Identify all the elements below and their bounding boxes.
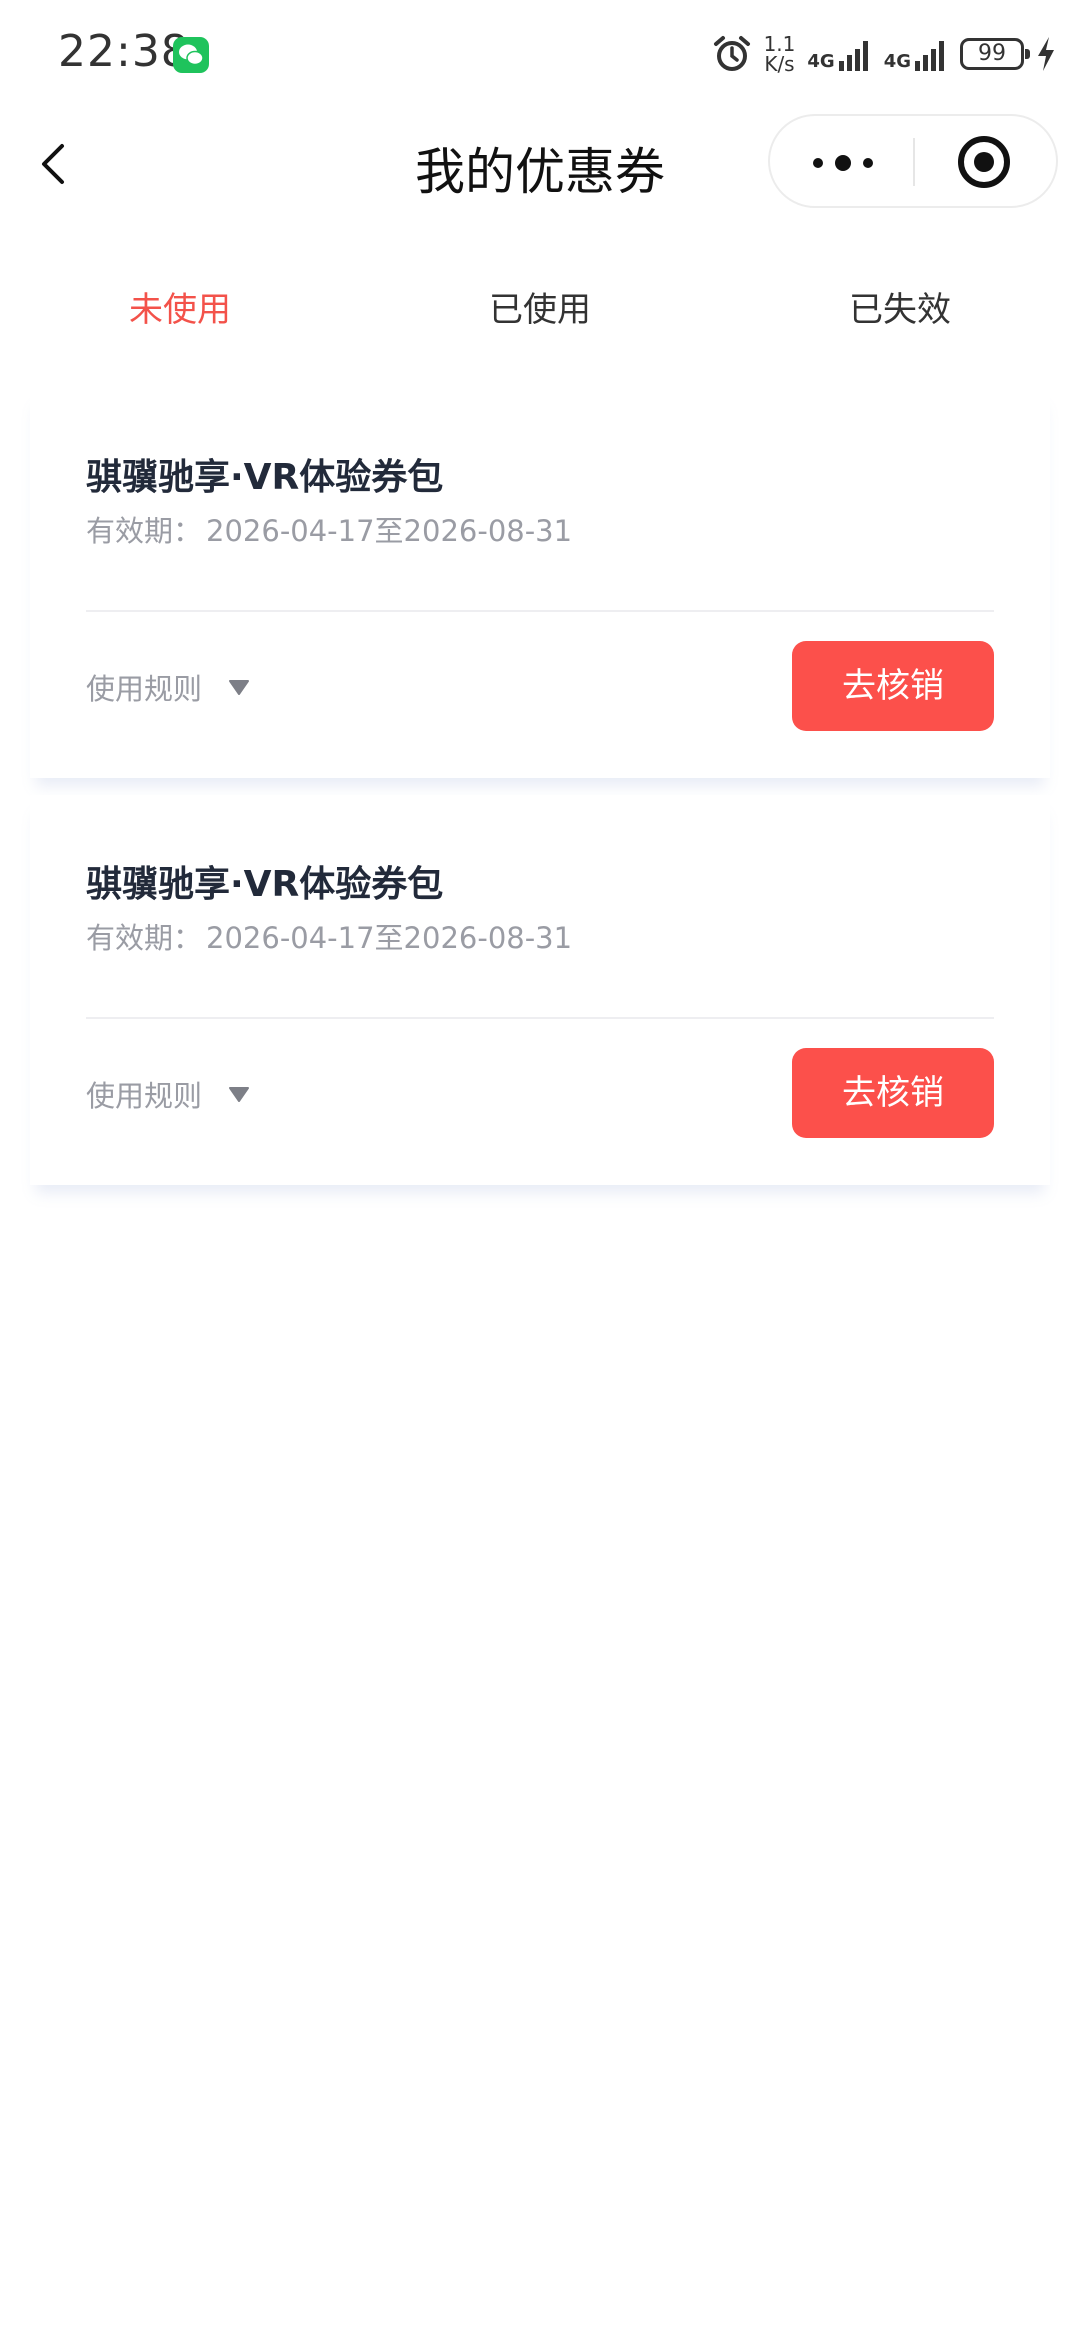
- tab-expired[interactable]: 已失效: [770, 282, 1030, 331]
- network-type-2: 4G: [883, 51, 911, 72]
- usage-rules-toggle[interactable]: 使用规则: [86, 666, 250, 708]
- usage-rules-toggle[interactable]: 使用规则: [86, 1073, 250, 1115]
- status-icons: 1.1 K/s 4G 4G 99: [712, 32, 1056, 76]
- coupon-card: 骐骥驰享·VR体验券包 有效期： 2026-04-17至2026-08-31 使用…: [30, 388, 1050, 778]
- coupon-tabs: 未使用 已使用 已失效: [0, 262, 1080, 352]
- more-icon[interactable]: [808, 146, 878, 180]
- capsule-divider: [913, 138, 915, 186]
- triangle-down-icon: [229, 680, 250, 695]
- card-divider: [86, 610, 994, 612]
- signal-icon: [838, 41, 868, 71]
- tab-unused[interactable]: 未使用: [50, 282, 310, 331]
- triangle-down-icon: [229, 1087, 250, 1102]
- network-type-1: 4G: [807, 51, 835, 72]
- battery-icon: 99: [960, 38, 1030, 70]
- coupon-title: 骐骥驰享·VR体验券包: [86, 457, 444, 498]
- miniprogram-capsule: [768, 114, 1058, 208]
- signal-icon: [915, 41, 944, 71]
- charging-icon: [1038, 37, 1054, 71]
- status-time: 22:38: [58, 26, 190, 77]
- alarm-icon: [713, 36, 750, 71]
- redeem-button[interactable]: 去核销: [792, 1048, 994, 1138]
- close-miniprogram-icon[interactable]: [956, 134, 1012, 190]
- network-speed: 1.1 K/s: [763, 32, 796, 76]
- coupon-card: 骐骥驰享·VR体验券包 有效期： 2026-04-17至2026-08-31 使用…: [30, 795, 1050, 1185]
- coupon-validity: 有效期： 2026-04-17至2026-08-31: [86, 514, 573, 548]
- wechat-icon: [173, 37, 209, 73]
- redeem-button[interactable]: 去核销: [792, 641, 994, 731]
- coupon-title: 骐骥驰享·VR体验券包: [86, 864, 444, 905]
- status-bar: 22:38 1.1 K/s 4G 4G 99: [0, 0, 1080, 100]
- tab-used[interactable]: 已使用: [410, 282, 670, 331]
- navigation-bar: 我的优惠券: [0, 112, 1080, 216]
- coupon-validity: 有效期： 2026-04-17至2026-08-31: [86, 921, 573, 955]
- card-divider: [86, 1017, 994, 1019]
